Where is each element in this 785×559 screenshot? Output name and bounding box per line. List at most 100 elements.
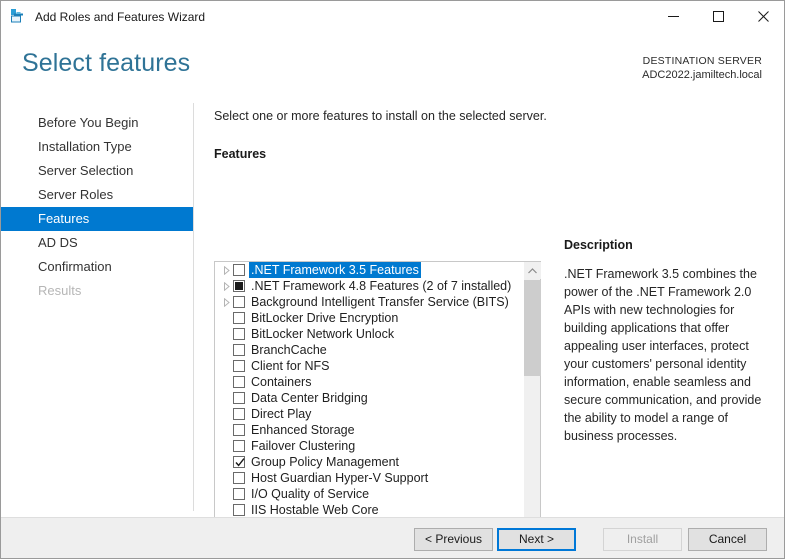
feature-checkbox-unchecked[interactable]: [233, 424, 245, 436]
sidebar-item-server-roles[interactable]: Server Roles: [1, 183, 193, 207]
feature-row[interactable]: Group Policy Management: [215, 454, 523, 470]
sidebar-item-results: Results: [1, 279, 193, 303]
sidebar-item-label: AD DS: [38, 235, 78, 250]
expander-triangle-icon[interactable]: [219, 262, 233, 278]
feature-row[interactable]: .NET Framework 3.5 Features: [215, 262, 523, 278]
maximize-icon: [713, 11, 724, 22]
sidebar-item-installation-type[interactable]: Installation Type: [1, 135, 193, 159]
feature-label: Group Policy Management: [251, 455, 399, 469]
minimize-button[interactable]: [651, 1, 696, 32]
feature-label: .NET Framework 4.8 Features (2 of 7 inst…: [251, 279, 512, 293]
vertical-scroll-thumb[interactable]: [524, 280, 541, 376]
cancel-button[interactable]: Cancel: [688, 528, 767, 551]
window-controls: [651, 1, 784, 32]
feature-row[interactable]: Data Center Bridging: [215, 390, 523, 406]
feature-checkbox-unchecked[interactable]: [233, 296, 245, 308]
feature-row[interactable]: Direct Play: [215, 406, 523, 422]
window-title: Add Roles and Features Wizard: [35, 9, 206, 24]
chevron-up-icon: [528, 267, 537, 273]
instruction-text: Select one or more features to install o…: [214, 109, 547, 123]
feature-label: Data Center Bridging: [251, 391, 368, 405]
features-section-label: Features: [214, 147, 267, 161]
scroll-up-button[interactable]: [524, 262, 541, 279]
feature-checkbox-unchecked[interactable]: [233, 440, 245, 452]
feature-checkbox-partial[interactable]: [233, 280, 245, 292]
feature-checkbox-checked[interactable]: [233, 456, 245, 468]
feature-checkbox-unchecked[interactable]: [233, 312, 245, 324]
maximize-button[interactable]: [696, 1, 741, 32]
add-roles-features-wizard-window: Add Roles and Features Wizard Select fea…: [0, 0, 785, 559]
sidebar-item-label: Results: [38, 283, 82, 298]
description-text: .NET Framework 3.5 combines the power of…: [564, 267, 762, 443]
feature-label: BitLocker Drive Encryption: [251, 311, 399, 325]
description-panel: Description .NET Framework 3.5 combines …: [564, 238, 764, 445]
feature-checkbox-unchecked[interactable]: [233, 376, 245, 388]
feature-checkbox-unchecked[interactable]: [233, 504, 245, 516]
sidebar-item-label: Installation Type: [38, 139, 132, 154]
feature-row[interactable]: IIS Hostable Web Core: [215, 502, 523, 518]
sidebar-item-label: Features: [38, 211, 90, 226]
sidebar-divider: [193, 103, 194, 511]
page-header: Select features DESTINATION SERVER ADC20…: [1, 32, 784, 98]
close-button[interactable]: [741, 1, 784, 32]
sidebar-item-ad-ds[interactable]: AD DS: [1, 231, 193, 255]
feature-checkbox-unchecked[interactable]: [233, 360, 245, 372]
destination-server-block: DESTINATION SERVER ADC2022.jamiltech.loc…: [642, 54, 762, 82]
sidebar-item-confirmation[interactable]: Confirmation: [1, 255, 193, 279]
next-button[interactable]: Next >: [497, 528, 576, 551]
feature-checkbox-unchecked[interactable]: [233, 392, 245, 404]
sidebar-item-label: Confirmation: [38, 259, 112, 274]
feature-checkbox-unchecked[interactable]: [233, 488, 245, 500]
description-title: Description: [564, 238, 633, 252]
feature-row[interactable]: Failover Clustering: [215, 438, 523, 454]
feature-row[interactable]: Enhanced Storage: [215, 422, 523, 438]
feature-row[interactable]: BitLocker Drive Encryption: [215, 310, 523, 326]
wizard-steps-nav[interactable]: Before You Begin Installation Type Server …: [1, 111, 193, 303]
sidebar-item-label: Before You Begin: [38, 115, 139, 130]
feature-checkbox-unchecked[interactable]: [233, 264, 245, 276]
feature-row[interactable]: Background Intelligent Transfer Service …: [215, 294, 523, 310]
expander-triangle-icon[interactable]: [219, 294, 233, 310]
feature-checkbox-unchecked[interactable]: [233, 472, 245, 484]
destination-server-value: ADC2022.jamiltech.local: [642, 69, 762, 81]
feature-row[interactable]: Containers: [215, 374, 523, 390]
feature-row[interactable]: BitLocker Network Unlock: [215, 326, 523, 342]
toolbox-icon: [11, 9, 23, 23]
feature-label: Enhanced Storage: [251, 423, 355, 437]
feature-row[interactable]: Client for NFS: [215, 358, 523, 374]
main-content: Select one or more features to install o…: [214, 98, 554, 161]
feature-checkbox-unchecked[interactable]: [233, 328, 245, 340]
feature-label: BranchCache: [251, 343, 327, 357]
expander-triangle-icon[interactable]: [219, 278, 233, 294]
feature-label: BitLocker Network Unlock: [251, 327, 395, 341]
feature-label: Containers: [251, 375, 312, 389]
wizard-footer: < Previous Next > Install Cancel: [1, 517, 784, 558]
sidebar-item-features[interactable]: Features: [1, 207, 193, 231]
feature-label: Host Guardian Hyper-V Support: [251, 471, 429, 485]
page-title: Select features: [22, 49, 191, 77]
features-list-viewport: .NET Framework 3.5 Features .NET Framewor…: [215, 262, 523, 558]
feature-row[interactable]: BranchCache: [215, 342, 523, 358]
feature-row[interactable]: I/O Quality of Service: [215, 486, 523, 502]
features-listbox[interactable]: .NET Framework 3.5 Features .NET Framewor…: [214, 261, 541, 558]
sidebar-item-before-you-begin[interactable]: Before You Begin: [1, 111, 193, 135]
features-vertical-scrollbar[interactable]: [523, 262, 541, 558]
minimize-icon: [668, 16, 679, 17]
sidebar-item-server-selection[interactable]: Server Selection: [1, 159, 193, 183]
destination-server-label: DESTINATION SERVER: [642, 55, 762, 67]
wizard-body: Before You Begin Installation Type Server …: [1, 98, 784, 558]
sidebar-item-label: Server Roles: [38, 187, 114, 202]
feature-label: I/O Quality of Service: [251, 487, 370, 501]
feature-row[interactable]: Host Guardian Hyper-V Support: [215, 470, 523, 486]
install-button: Install: [603, 528, 682, 551]
feature-checkbox-unchecked[interactable]: [233, 408, 245, 420]
feature-label: Client for NFS: [251, 359, 330, 373]
feature-checkbox-unchecked[interactable]: [233, 344, 245, 356]
feature-label: Background Intelligent Transfer Service …: [251, 295, 509, 309]
close-icon: [758, 11, 769, 22]
feature-row[interactable]: .NET Framework 4.8 Features (2 of 7 inst…: [215, 278, 523, 294]
feature-label: Direct Play: [251, 407, 312, 421]
previous-button[interactable]: < Previous: [414, 528, 493, 551]
feature-label: .NET Framework 3.5 Features: [249, 262, 421, 278]
feature-label: IIS Hostable Web Core: [251, 503, 379, 517]
